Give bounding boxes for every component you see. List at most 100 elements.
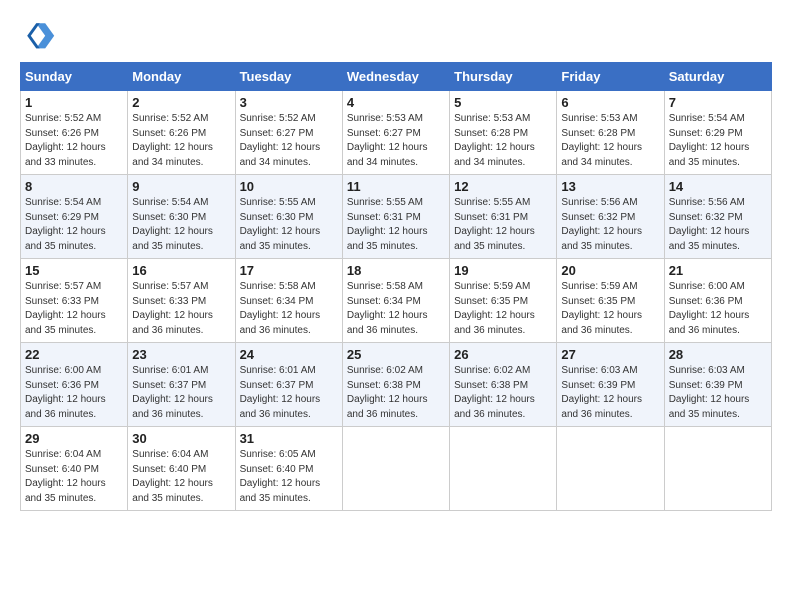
day-info: Sunrise: 5:57 AMSunset: 6:33 PMDaylight:… — [132, 281, 213, 336]
col-header-saturday: Saturday — [664, 63, 771, 91]
day-number: 17 — [240, 263, 338, 278]
calendar-cell: 5 Sunrise: 5:53 AMSunset: 6:28 PMDaylight… — [450, 91, 557, 175]
calendar-cell: 14 Sunrise: 5:56 AMSunset: 6:32 PMDayligh… — [664, 175, 771, 259]
day-info: Sunrise: 5:53 AMSunset: 6:28 PMDaylight:… — [561, 113, 642, 168]
day-info: Sunrise: 5:52 AMSunset: 6:26 PMDaylight:… — [25, 113, 106, 168]
day-info: Sunrise: 6:00 AMSunset: 6:36 PMDaylight:… — [25, 365, 106, 420]
calendar-cell: 24 Sunrise: 6:01 AMSunset: 6:37 PMDayligh… — [235, 343, 342, 427]
day-number: 11 — [347, 179, 445, 194]
calendar-cell: 4Sunrise: 5:53 AMSunset: 6:27 PMDaylight… — [342, 91, 449, 175]
calendar-cell: 19 Sunrise: 5:59 AMSunset: 6:35 PMDayligh… — [450, 259, 557, 343]
day-info: Sunrise: 5:53 AMSunset: 6:28 PMDaylight:… — [454, 113, 535, 168]
day-number: 14 — [669, 179, 767, 194]
day-info: Sunrise: 6:00 AMSunset: 6:36 PMDaylight:… — [669, 281, 750, 336]
day-info: Sunrise: 5:58 AMSunset: 6:34 PMDaylight:… — [240, 281, 321, 336]
day-number: 16 — [132, 263, 230, 278]
day-number: 12 — [454, 179, 552, 194]
day-info: Sunrise: 5:59 AMSunset: 6:35 PMDaylight:… — [454, 281, 535, 336]
calendar-cell: 18 Sunrise: 5:58 AMSunset: 6:34 PMDayligh… — [342, 259, 449, 343]
day-info: Sunrise: 5:58 AMSunset: 6:34 PMDaylight:… — [347, 281, 428, 336]
calendar-cell: 26 Sunrise: 6:02 AMSunset: 6:38 PMDayligh… — [450, 343, 557, 427]
calendar-cell: 12 Sunrise: 5:55 AMSunset: 6:31 PMDayligh… — [450, 175, 557, 259]
calendar-week-row: 1 Sunrise: 5:52 AMSunset: 6:26 PMDaylight… — [21, 91, 772, 175]
col-header-tuesday: Tuesday — [235, 63, 342, 91]
calendar-cell: 31 Sunrise: 6:05 AMSunset: 6:40 PMDayligh… — [235, 427, 342, 511]
day-info: Sunrise: 5:52 AMSunset: 6:27 PMDaylight:… — [240, 113, 321, 168]
day-info: Sunrise: 5:55 AMSunset: 6:31 PMDaylight:… — [454, 197, 535, 252]
day-number: 15 — [25, 263, 123, 278]
calendar-table: SundayMondayTuesdayWednesdayThursdayFrid… — [20, 62, 772, 511]
col-header-wednesday: Wednesday — [342, 63, 449, 91]
col-header-friday: Friday — [557, 63, 664, 91]
day-number: 2 — [132, 95, 230, 110]
day-number: 13 — [561, 179, 659, 194]
day-number: 18 — [347, 263, 445, 278]
header — [20, 16, 772, 52]
day-number: 6 — [561, 95, 659, 110]
calendar-week-row: 15 Sunrise: 5:57 AMSunset: 6:33 PMDayligh… — [21, 259, 772, 343]
day-number: 21 — [669, 263, 767, 278]
day-info: Sunrise: 5:54 AMSunset: 6:30 PMDaylight:… — [132, 197, 213, 252]
day-info: Sunrise: 5:53 AMSunset: 6:27 PMDaylight:… — [347, 113, 428, 168]
calendar-cell: 6 Sunrise: 5:53 AMSunset: 6:28 PMDaylight… — [557, 91, 664, 175]
calendar-cell: 7 Sunrise: 5:54 AMSunset: 6:29 PMDaylight… — [664, 91, 771, 175]
page: SundayMondayTuesdayWednesdayThursdayFrid… — [0, 0, 792, 612]
calendar-cell — [557, 427, 664, 511]
day-info: Sunrise: 5:54 AMSunset: 6:29 PMDaylight:… — [25, 197, 106, 252]
day-number: 3 — [240, 95, 338, 110]
logo — [20, 16, 60, 52]
day-number: 5 — [454, 95, 552, 110]
calendar-cell — [664, 427, 771, 511]
day-info: Sunrise: 6:04 AMSunset: 6:40 PMDaylight:… — [132, 449, 213, 504]
day-number: 19 — [454, 263, 552, 278]
calendar-cell — [342, 427, 449, 511]
day-number: 29 — [25, 431, 123, 446]
day-number: 8 — [25, 179, 123, 194]
day-info: Sunrise: 5:59 AMSunset: 6:35 PMDaylight:… — [561, 281, 642, 336]
day-info: Sunrise: 6:01 AMSunset: 6:37 PMDaylight:… — [240, 365, 321, 420]
day-info: Sunrise: 5:52 AMSunset: 6:26 PMDaylight:… — [132, 113, 213, 168]
day-info: Sunrise: 6:03 AMSunset: 6:39 PMDaylight:… — [561, 365, 642, 420]
calendar-week-row: 29 Sunrise: 6:04 AMSunset: 6:40 PMDayligh… — [21, 427, 772, 511]
calendar-cell: 17 Sunrise: 5:58 AMSunset: 6:34 PMDayligh… — [235, 259, 342, 343]
calendar-cell — [450, 427, 557, 511]
day-number: 7 — [669, 95, 767, 110]
day-number: 24 — [240, 347, 338, 362]
day-number: 25 — [347, 347, 445, 362]
day-number: 26 — [454, 347, 552, 362]
day-number: 27 — [561, 347, 659, 362]
day-info: Sunrise: 6:04 AMSunset: 6:40 PMDaylight:… — [25, 449, 106, 504]
col-header-thursday: Thursday — [450, 63, 557, 91]
calendar-header-row: SundayMondayTuesdayWednesdayThursdayFrid… — [21, 63, 772, 91]
day-info: Sunrise: 5:55 AMSunset: 6:31 PMDaylight:… — [347, 197, 428, 252]
day-info: Sunrise: 5:54 AMSunset: 6:29 PMDaylight:… — [669, 113, 750, 168]
day-info: Sunrise: 6:02 AMSunset: 6:38 PMDaylight:… — [347, 365, 428, 420]
col-header-sunday: Sunday — [21, 63, 128, 91]
logo-icon — [20, 16, 56, 52]
calendar-week-row: 8 Sunrise: 5:54 AMSunset: 6:29 PMDaylight… — [21, 175, 772, 259]
day-info: Sunrise: 5:55 AMSunset: 6:30 PMDaylight:… — [240, 197, 321, 252]
day-number: 28 — [669, 347, 767, 362]
day-number: 9 — [132, 179, 230, 194]
calendar-cell: 25 Sunrise: 6:02 AMSunset: 6:38 PMDayligh… — [342, 343, 449, 427]
day-number: 31 — [240, 431, 338, 446]
calendar-cell: 10Sunrise: 5:55 AMSunset: 6:30 PMDayligh… — [235, 175, 342, 259]
calendar-cell: 3 Sunrise: 5:52 AMSunset: 6:27 PMDaylight… — [235, 91, 342, 175]
day-number: 22 — [25, 347, 123, 362]
calendar-cell: 2 Sunrise: 5:52 AMSunset: 6:26 PMDaylight… — [128, 91, 235, 175]
calendar-cell: 23Sunrise: 6:01 AMSunset: 6:37 PMDayligh… — [128, 343, 235, 427]
day-info: Sunrise: 5:56 AMSunset: 6:32 PMDaylight:… — [669, 197, 750, 252]
day-info: Sunrise: 6:02 AMSunset: 6:38 PMDaylight:… — [454, 365, 535, 420]
calendar-cell: 16 Sunrise: 5:57 AMSunset: 6:33 PMDayligh… — [128, 259, 235, 343]
day-number: 1 — [25, 95, 123, 110]
calendar-week-row: 22 Sunrise: 6:00 AMSunset: 6:36 PMDayligh… — [21, 343, 772, 427]
calendar-cell: 30Sunrise: 6:04 AMSunset: 6:40 PMDayligh… — [128, 427, 235, 511]
calendar-cell: 21 Sunrise: 6:00 AMSunset: 6:36 PMDayligh… — [664, 259, 771, 343]
calendar-cell: 20Sunrise: 5:59 AMSunset: 6:35 PMDayligh… — [557, 259, 664, 343]
day-info: Sunrise: 6:05 AMSunset: 6:40 PMDaylight:… — [240, 449, 321, 504]
calendar-cell: 8 Sunrise: 5:54 AMSunset: 6:29 PMDaylight… — [21, 175, 128, 259]
day-info: Sunrise: 5:57 AMSunset: 6:33 PMDaylight:… — [25, 281, 106, 336]
day-info: Sunrise: 6:01 AMSunset: 6:37 PMDaylight:… — [132, 365, 213, 420]
calendar-cell: 13Sunrise: 5:56 AMSunset: 6:32 PMDayligh… — [557, 175, 664, 259]
calendar-cell: 1 Sunrise: 5:52 AMSunset: 6:26 PMDaylight… — [21, 91, 128, 175]
